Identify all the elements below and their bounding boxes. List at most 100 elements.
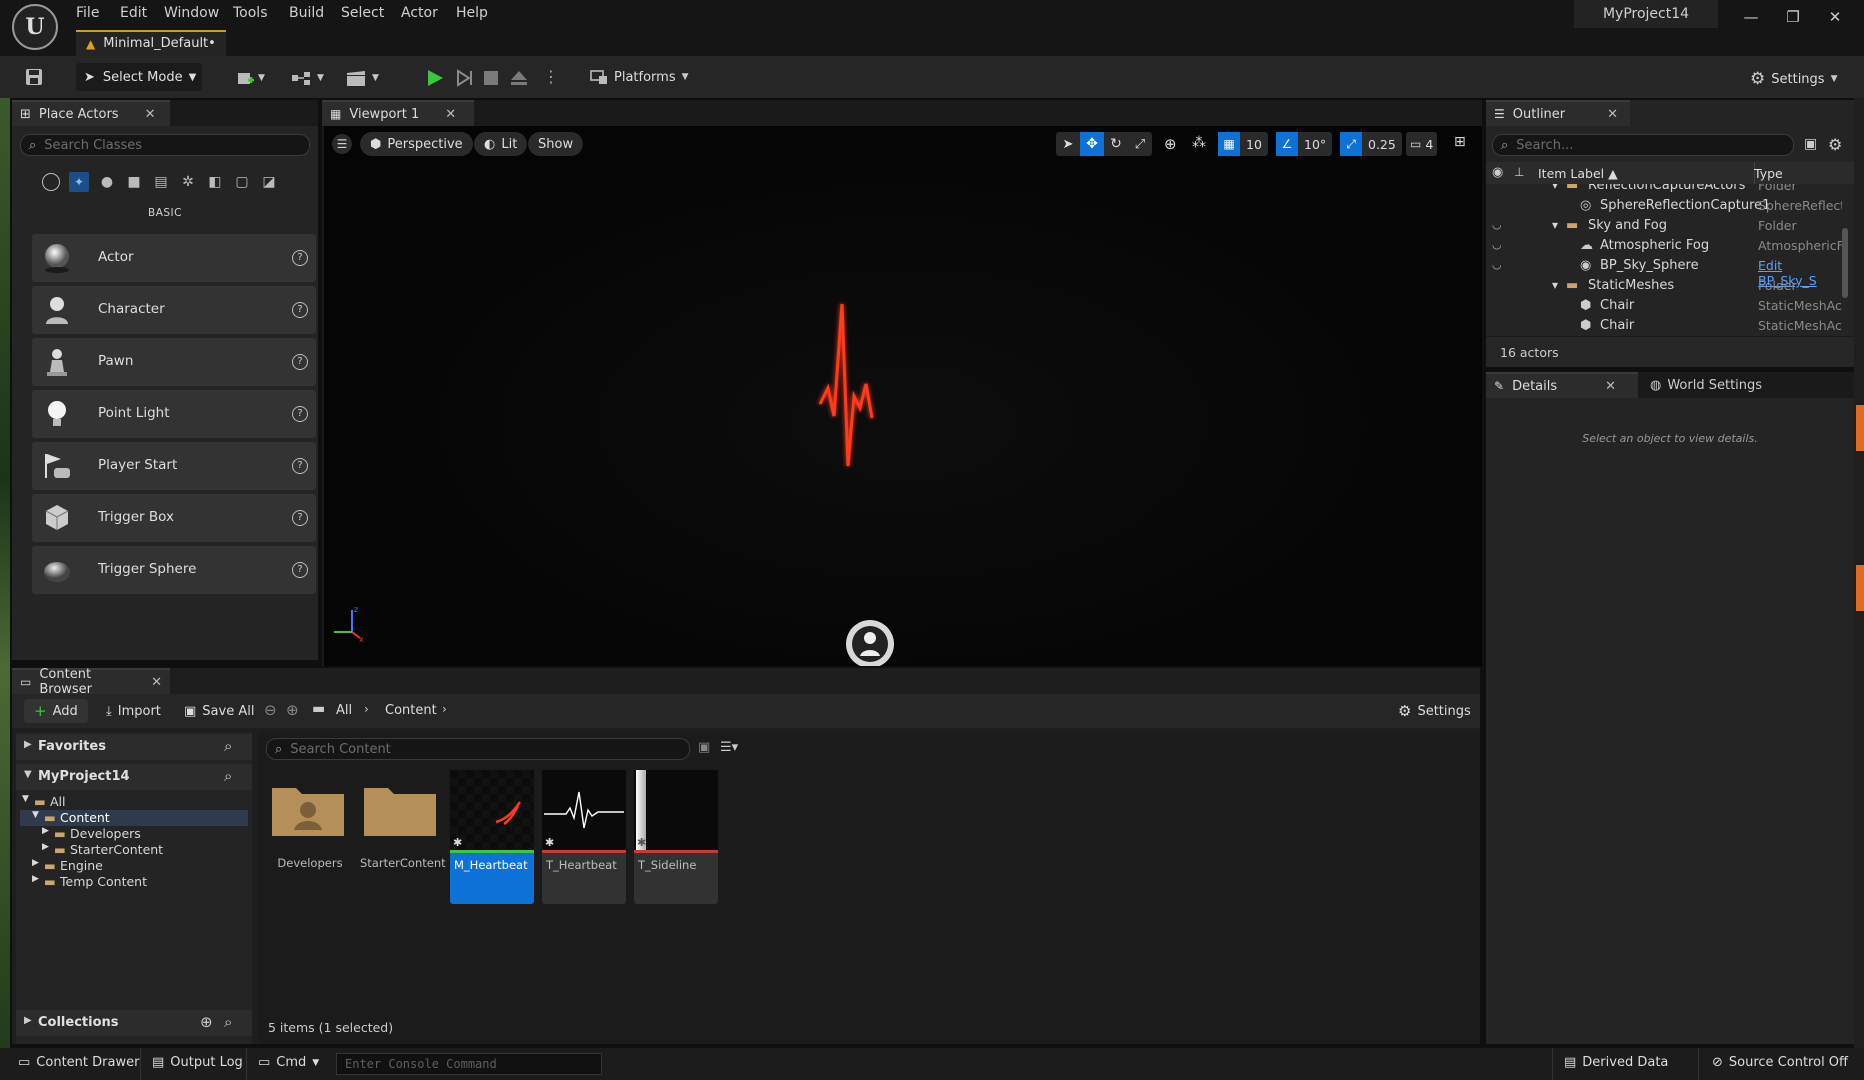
- close-icon[interactable]: ✕: [1607, 107, 1618, 122]
- close-window-button[interactable]: ✕: [1820, 4, 1850, 30]
- move-tool-icon[interactable]: ✥: [1080, 132, 1104, 156]
- save-all-button[interactable]: ▣ Save All: [184, 699, 254, 723]
- add-button[interactable]: + Add: [24, 699, 88, 723]
- select-tool-icon[interactable]: ➤: [1056, 137, 1080, 152]
- more-options-icon[interactable]: ⋮: [543, 68, 559, 86]
- menu-tools[interactable]: Tools: [233, 2, 268, 24]
- tab-viewport[interactable]: ▦ Viewport 1 ✕: [322, 100, 474, 126]
- back-icon[interactable]: ⊖: [264, 701, 277, 719]
- camera-speed-button[interactable]: ▭ 4: [1406, 132, 1438, 156]
- outliner-row[interactable]: ◡ ▾ ▬ Sky and Fog Folder: [1486, 218, 1842, 238]
- lit-button[interactable]: ◐ Lit: [474, 132, 528, 156]
- lights-category-icon[interactable]: ●: [98, 173, 116, 191]
- basic-category-icon[interactable]: ✦: [69, 172, 89, 192]
- close-icon[interactable]: ✕: [1605, 379, 1616, 394]
- output-log-button[interactable]: ▤ Output Log: [152, 1055, 243, 1070]
- menu-help[interactable]: Help: [456, 2, 488, 24]
- scale-snap-toggle[interactable]: ⤢ 0.25: [1340, 132, 1402, 156]
- search-icon[interactable]: ⌕: [224, 737, 232, 755]
- tab-world-settings[interactable]: ◍ World Settings: [1650, 372, 1762, 398]
- shapes-category-icon[interactable]: ■: [125, 173, 143, 191]
- menu-build[interactable]: Build: [289, 2, 324, 24]
- advance-frame-button[interactable]: [455, 68, 475, 88]
- help-icon[interactable]: ?: [292, 354, 308, 370]
- stop-button[interactable]: [483, 70, 499, 86]
- help-icon[interactable]: ?: [292, 510, 308, 526]
- minimize-button[interactable]: —: [1736, 4, 1766, 30]
- select-mode-dropdown[interactable]: ➤ Select Mode ▼: [76, 63, 202, 91]
- maximize-button[interactable]: ❐: [1778, 4, 1808, 30]
- actor-item-character[interactable]: Character ?: [32, 286, 316, 334]
- menu-edit[interactable]: Edit: [120, 2, 147, 24]
- content-settings-button[interactable]: ⚙ Settings: [1398, 699, 1471, 723]
- item-label-column-header[interactable]: Item Label ▲: [1538, 166, 1618, 181]
- favorites-header[interactable]: ▶ Favorites ⌕: [16, 734, 252, 760]
- source-control-button[interactable]: ⊘ Source Control Off: [1712, 1055, 1848, 1070]
- breadcrumb-content[interactable]: Content: [385, 703, 437, 718]
- cmd-dropdown[interactable]: ▭ Cmd ▼: [258, 1055, 319, 1070]
- eye-closed-icon[interactable]: ◡: [1492, 218, 1502, 231]
- search-icon[interactable]: ⌕: [224, 767, 232, 785]
- scale-tool-icon[interactable]: ⤢: [1128, 137, 1152, 152]
- surface-snap-icon[interactable]: ⁂: [1192, 135, 1206, 151]
- asset-tile-developers[interactable]: Developers: [268, 770, 352, 904]
- outliner-row[interactable]: ◎ SphereReflectionCapture1 SphereReflect: [1486, 198, 1842, 218]
- close-icon[interactable]: ✕: [445, 107, 456, 122]
- type-column-header[interactable]: Type: [1754, 166, 1783, 181]
- folder-icon[interactable]: ▬: [312, 701, 325, 717]
- pin-column-icon[interactable]: ⊥: [1514, 165, 1524, 179]
- outliner-row[interactable]: ⬢ Chair StaticMeshAc: [1486, 298, 1842, 318]
- grid-snap-toggle[interactable]: ▦ 10: [1218, 132, 1268, 156]
- menu-window[interactable]: Window: [164, 2, 219, 24]
- tree-item-all[interactable]: ▼ ▬ All: [20, 794, 248, 810]
- breadcrumb-all[interactable]: All: [336, 703, 352, 718]
- asset-tile-m-heartbeat[interactable]: ✱ M_Heartbeat: [450, 770, 534, 904]
- save-search-icon[interactable]: ▣: [698, 740, 710, 755]
- tab-details[interactable]: ✎ Details ✕: [1486, 372, 1638, 398]
- visual-effects-category-icon[interactable]: ✲: [179, 173, 197, 191]
- help-icon[interactable]: ?: [292, 406, 308, 422]
- unreal-logo-icon[interactable]: U: [12, 4, 58, 50]
- actor-item-actor[interactable]: Actor ?: [32, 234, 316, 282]
- all-classes-category-icon[interactable]: ◪: [260, 173, 278, 191]
- cinematics-button[interactable]: ▼: [346, 70, 379, 86]
- tree-item-startercontent[interactable]: ▶ ▬ StarterContent: [20, 842, 248, 858]
- derived-data-button[interactable]: ▤ Derived Data: [1564, 1055, 1668, 1070]
- tab-content-browser[interactable]: ▭ Content Browser ✕: [12, 667, 170, 697]
- player-start-gizmo[interactable]: [842, 616, 898, 666]
- actor-item-point-light[interactable]: Point Light ?: [32, 390, 316, 438]
- close-icon[interactable]: ✕: [151, 675, 162, 690]
- help-icon[interactable]: ?: [292, 302, 308, 318]
- geometry-category-icon[interactable]: ◧: [206, 173, 224, 191]
- outliner-scrollbar[interactable]: [1842, 228, 1848, 298]
- add-folder-icon[interactable]: ▣: [1804, 136, 1817, 152]
- outliner-row[interactable]: ▾ ▬ ReflectionCaptureActors Folder: [1486, 184, 1842, 198]
- asset-tile-t-sideline[interactable]: ✱ T_Sideline: [634, 770, 718, 904]
- add-actor-button[interactable]: ▼: [236, 70, 265, 86]
- show-button[interactable]: Show: [528, 132, 584, 156]
- tree-item-temp-content[interactable]: ▶ ▬ Temp Content: [20, 874, 248, 890]
- asset-tile-startercontent[interactable]: StarterContent: [360, 770, 446, 904]
- actor-item-player-start[interactable]: Player Start ?: [32, 442, 316, 490]
- outliner-row[interactable]: ◡ ☁ Atmospheric Fog AtmosphericF: [1486, 238, 1842, 258]
- outliner-search-input[interactable]: ⌕ Search...: [1492, 134, 1794, 156]
- menu-actor[interactable]: Actor: [401, 2, 438, 24]
- project-header[interactable]: ▼ MyProject14 ⌕: [16, 764, 252, 790]
- volumes-category-icon[interactable]: ▢: [233, 173, 251, 191]
- help-icon[interactable]: ?: [292, 458, 308, 474]
- save-icon[interactable]: [24, 67, 44, 87]
- world-space-icon[interactable]: ⊕: [1164, 135, 1177, 153]
- forward-icon[interactable]: ⊕: [286, 701, 299, 719]
- rotation-snap-toggle[interactable]: ∠ 10°: [1276, 132, 1333, 156]
- play-button[interactable]: [425, 68, 445, 88]
- tree-item-engine[interactable]: ▶ ▬ Engine: [20, 858, 248, 874]
- menu-file[interactable]: File: [76, 2, 99, 24]
- actor-item-trigger-sphere[interactable]: Trigger Sphere ?: [32, 546, 316, 594]
- content-drawer-button[interactable]: ▭ Content Drawer: [18, 1055, 139, 1070]
- collections-header[interactable]: ▶ Collections ⊕ ⌕: [16, 1010, 252, 1036]
- search-content-input[interactable]: ⌕ Search Content: [266, 738, 690, 760]
- perspective-button[interactable]: ⬢ Perspective: [360, 132, 473, 156]
- outliner-row[interactable]: ⬢ Chair StaticMeshAc: [1486, 318, 1842, 334]
- asset-tile-t-heartbeat[interactable]: ✱ T_Heartbeat: [542, 770, 626, 904]
- actor-item-trigger-box[interactable]: Trigger Box ?: [32, 494, 316, 542]
